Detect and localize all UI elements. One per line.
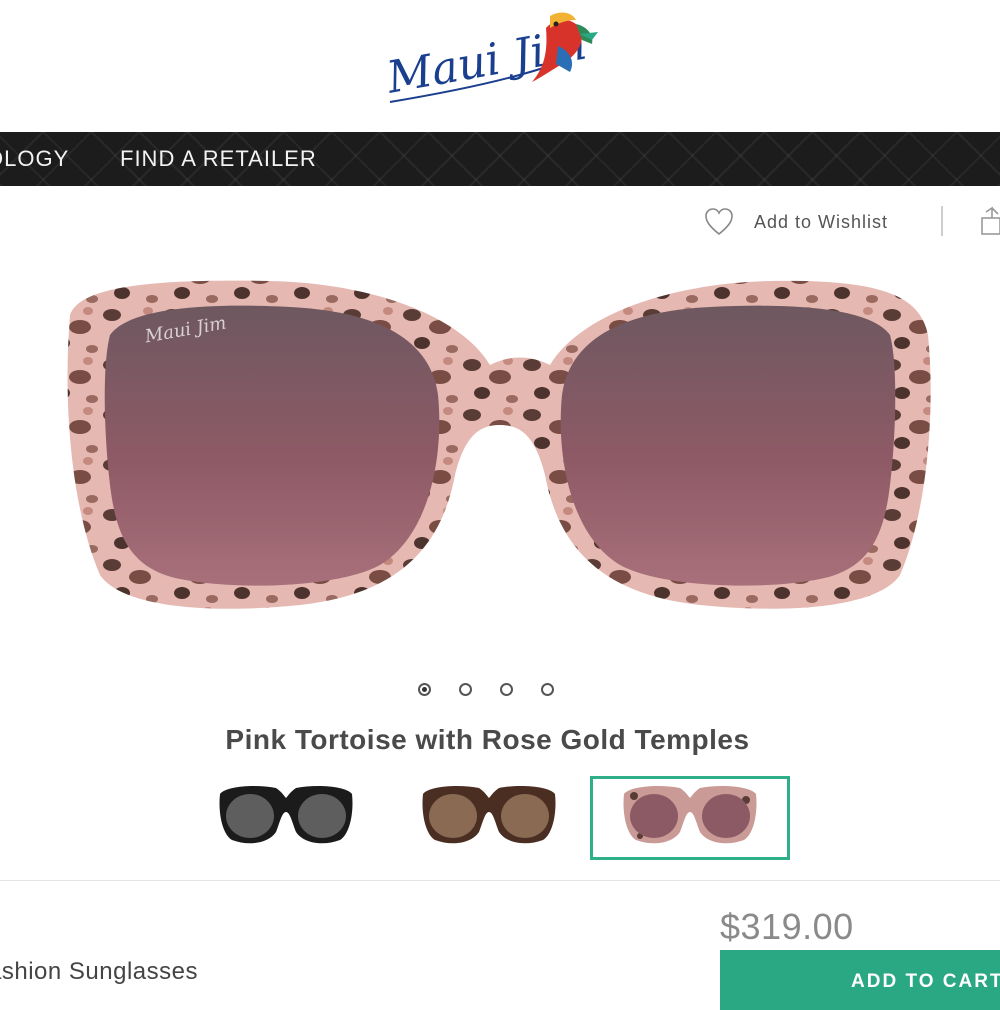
maui-jim-logo: Maui Jim <box>382 12 598 104</box>
product-category: ashion Sunglasses <box>0 958 198 985</box>
wishlist-label: Add to Wishlist <box>754 211 889 232</box>
color-swatch-tortoise[interactable] <box>389 776 589 860</box>
swatch-image-tortoise <box>422 786 556 844</box>
swatch-image-black <box>219 786 353 844</box>
sunglasses-image: Maui Jim <box>67 280 931 609</box>
carousel-dot-3[interactable] <box>500 683 513 696</box>
product-main-image[interactable]: Maui Jim <box>40 255 960 655</box>
add-to-wishlist-button[interactable]: Add to Wishlist <box>704 206 888 238</box>
brand-logo[interactable]: Maui Jim <box>380 6 610 118</box>
heart-icon <box>705 208 733 236</box>
carousel-dot-4[interactable] <box>541 683 554 696</box>
swatch-image-pink-tortoise <box>623 786 757 844</box>
color-swatch-black[interactable] <box>186 776 386 860</box>
action-divider <box>941 206 943 236</box>
product-price: $319.00 <box>720 906 854 947</box>
nav-item-find-a-retailer[interactable]: FIND A RETAILER <box>120 146 317 172</box>
share-icon[interactable] <box>978 206 1000 236</box>
selected-color-name: Pink Tortoise with Rose Gold Temples <box>225 724 750 755</box>
section-divider <box>0 880 1000 881</box>
add-to-cart-button[interactable]: ADD TO CART <box>720 950 1000 1010</box>
nav-item-technology[interactable]: OLOGY <box>0 146 69 172</box>
main-nav: OLOGY FIND A RETAILER <box>0 132 1000 186</box>
carousel-dot-1[interactable] <box>418 683 431 696</box>
image-carousel-dots <box>418 683 582 696</box>
carousel-dot-2[interactable] <box>459 683 472 696</box>
color-swatch-pink-tortoise[interactable] <box>590 776 790 860</box>
